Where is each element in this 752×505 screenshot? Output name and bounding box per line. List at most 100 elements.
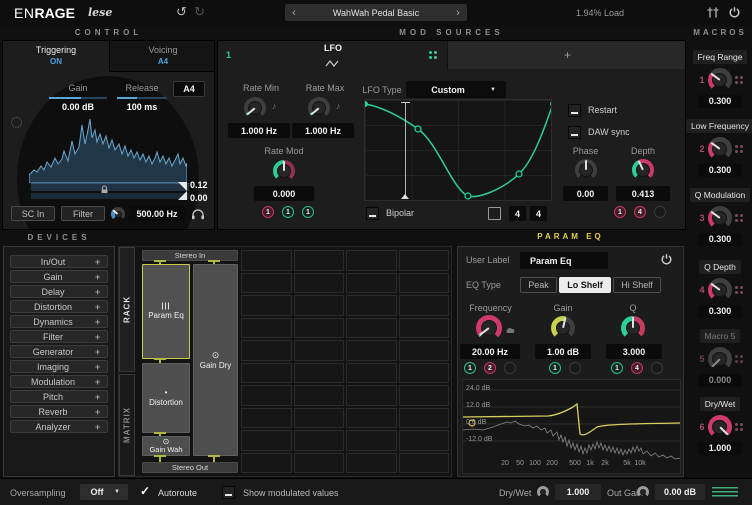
mod-slot-badge[interactable]: 2 — [484, 362, 496, 374]
eq-type-hi-shelf-button[interactable]: Hi Shelf — [613, 277, 661, 293]
assign-knob-icon[interactable] — [11, 117, 22, 128]
stereo-out-node[interactable]: Stereo Out — [142, 462, 238, 473]
device-generator[interactable]: Generator+ — [10, 345, 108, 358]
matrix-cell[interactable] — [294, 408, 345, 429]
matrix-cell[interactable] — [346, 318, 397, 339]
matrix-cell[interactable] — [399, 295, 450, 316]
redo-icon[interactable]: ↻ — [194, 4, 205, 20]
threshold-slider-low[interactable] — [31, 193, 189, 199]
mod-slot-badge[interactable]: 1 — [464, 362, 476, 374]
macro-drag-handle-icon[interactable] — [735, 423, 743, 431]
macro-drag-handle-icon[interactable] — [735, 355, 743, 363]
device-delay[interactable]: Delay+ — [10, 285, 108, 298]
gain-slider[interactable] — [49, 97, 107, 99]
matrix-cell[interactable] — [346, 250, 397, 271]
tab-voicing[interactable]: Voicing A4 — [109, 41, 215, 72]
frequency-knob[interactable] — [476, 315, 502, 341]
macro-knob[interactable] — [708, 206, 732, 230]
preset-next-button[interactable]: › — [449, 7, 467, 19]
grid-y-value[interactable]: 4 — [530, 206, 547, 221]
macro-drag-handle-icon[interactable] — [735, 214, 743, 222]
threshold-value-high[interactable]: 0.12 — [190, 180, 208, 190]
filter-freq-value[interactable]: 500.00 Hz — [129, 206, 185, 221]
q-value[interactable]: 3.000 — [606, 344, 662, 359]
macro-knob[interactable] — [708, 68, 732, 92]
gain-value[interactable]: 0.00 dB — [43, 102, 113, 112]
matrix-cell[interactable] — [294, 430, 345, 451]
matrix-cell[interactable] — [294, 250, 345, 271]
macro-label[interactable]: Q Modulation — [690, 188, 751, 202]
matrix-cell[interactable] — [399, 430, 450, 451]
envelope-waveform[interactable] — [29, 113, 187, 183]
matrix-cell[interactable] — [399, 385, 450, 406]
tab-triggering[interactable]: Triggering ON — [3, 41, 109, 72]
macro-value[interactable]: 0.300 — [698, 95, 742, 108]
matrix-cell[interactable] — [399, 340, 450, 361]
settings-faders-icon[interactable] — [706, 6, 720, 24]
eq-gain-value[interactable]: 1.00 dB — [535, 344, 591, 359]
matrix-cell[interactable] — [346, 363, 397, 384]
preset-prev-button[interactable]: ‹ — [285, 7, 303, 19]
rack-block-distortion[interactable]: • Distortion — [142, 363, 190, 433]
mod-slot-badge[interactable]: 4 — [631, 362, 643, 374]
matrix-cell[interactable] — [346, 408, 397, 429]
mod-slot-badge[interactable] — [569, 362, 581, 374]
device-gain[interactable]: Gain+ — [10, 270, 108, 283]
macro-knob[interactable] — [708, 137, 732, 161]
macro-drag-handle-icon[interactable] — [735, 145, 743, 153]
dry-wet-value[interactable]: 1.000 — [555, 484, 601, 500]
macro-label[interactable]: Low Frequency — [686, 119, 752, 133]
rate-max-knob[interactable] — [308, 97, 330, 119]
out-gain-knob-icon[interactable] — [637, 486, 649, 498]
phase-value[interactable]: 0.00 — [563, 186, 608, 201]
snap-grid-icon[interactable] — [488, 207, 501, 220]
frequency-value[interactable]: 20.00 Hz — [460, 344, 520, 359]
eq-type-lo-shelf-button[interactable]: Lo Shelf — [559, 277, 611, 293]
matrix-cell[interactable] — [294, 453, 345, 474]
matrix-cell[interactable] — [294, 273, 345, 294]
daw-sync-checkbox[interactable] — [568, 126, 581, 139]
mod-slot-badge[interactable]: 1 — [262, 206, 274, 218]
rack-block-gain-dry[interactable]: ⊙ Gain Dry — [193, 264, 238, 456]
matrix-cell[interactable] — [346, 385, 397, 406]
threshold-slider-high[interactable] — [31, 183, 189, 191]
matrix-cell[interactable] — [399, 318, 450, 339]
matrix-cell[interactable] — [294, 363, 345, 384]
threshold-marker-high-icon[interactable] — [178, 182, 187, 191]
rack-block-param-eq[interactable]: ||| Param Eq — [142, 264, 190, 359]
restart-checkbox[interactable] — [568, 104, 581, 117]
eq-type-peak-button[interactable]: Peak — [520, 277, 557, 293]
device-dynamics[interactable]: Dynamics+ — [10, 315, 108, 328]
power-icon[interactable] — [728, 6, 741, 24]
show-modulated-checkbox[interactable] — [222, 486, 235, 499]
rate-mod-value[interactable]: 0.000 — [254, 186, 314, 201]
rate-max-sync-icon[interactable]: ♪ — [336, 101, 341, 111]
filter-button[interactable]: Filter — [61, 206, 105, 221]
matrix-cell[interactable] — [399, 453, 450, 474]
rate-mod-knob[interactable] — [273, 160, 295, 182]
matrix-cell[interactable] — [294, 295, 345, 316]
dry-wet-knob-icon[interactable] — [537, 486, 549, 498]
eq-response-graph[interactable]: 24.0 dB 12.0 dB 0.0 dB -12.0 dB 20 50 10… — [462, 379, 681, 474]
matrix-cell[interactable] — [241, 453, 292, 474]
lfo-curve-editor[interactable] — [364, 99, 552, 201]
matrix-cell[interactable] — [399, 273, 450, 294]
rate-min-knob[interactable] — [244, 97, 266, 119]
threshold-marker-low-icon[interactable] — [178, 191, 187, 200]
preset-name[interactable]: WahWah Pedal Basic — [303, 8, 449, 18]
bipolar-checkbox[interactable] — [366, 207, 379, 220]
macro-value[interactable]: 0.300 — [698, 305, 742, 318]
rate-min-sync-icon[interactable]: ♪ — [272, 101, 277, 111]
filter-freq-knob[interactable] — [111, 207, 125, 221]
note-button[interactable]: A4 — [173, 81, 205, 97]
release-value[interactable]: 100 ms — [111, 102, 173, 112]
matrix-cell[interactable] — [399, 363, 450, 384]
matrix-cell[interactable] — [346, 453, 397, 474]
undo-icon[interactable]: ↺ — [176, 4, 187, 20]
macro-value[interactable]: 0.300 — [698, 164, 742, 177]
macro-value[interactable]: 1.000 — [698, 442, 742, 455]
out-gain-value[interactable]: 0.00 dB — [655, 484, 705, 500]
matrix-cell[interactable] — [346, 273, 397, 294]
oversampling-dropdown[interactable]: Off ▼ — [80, 484, 128, 500]
device-pitch[interactable]: Pitch+ — [10, 390, 108, 403]
